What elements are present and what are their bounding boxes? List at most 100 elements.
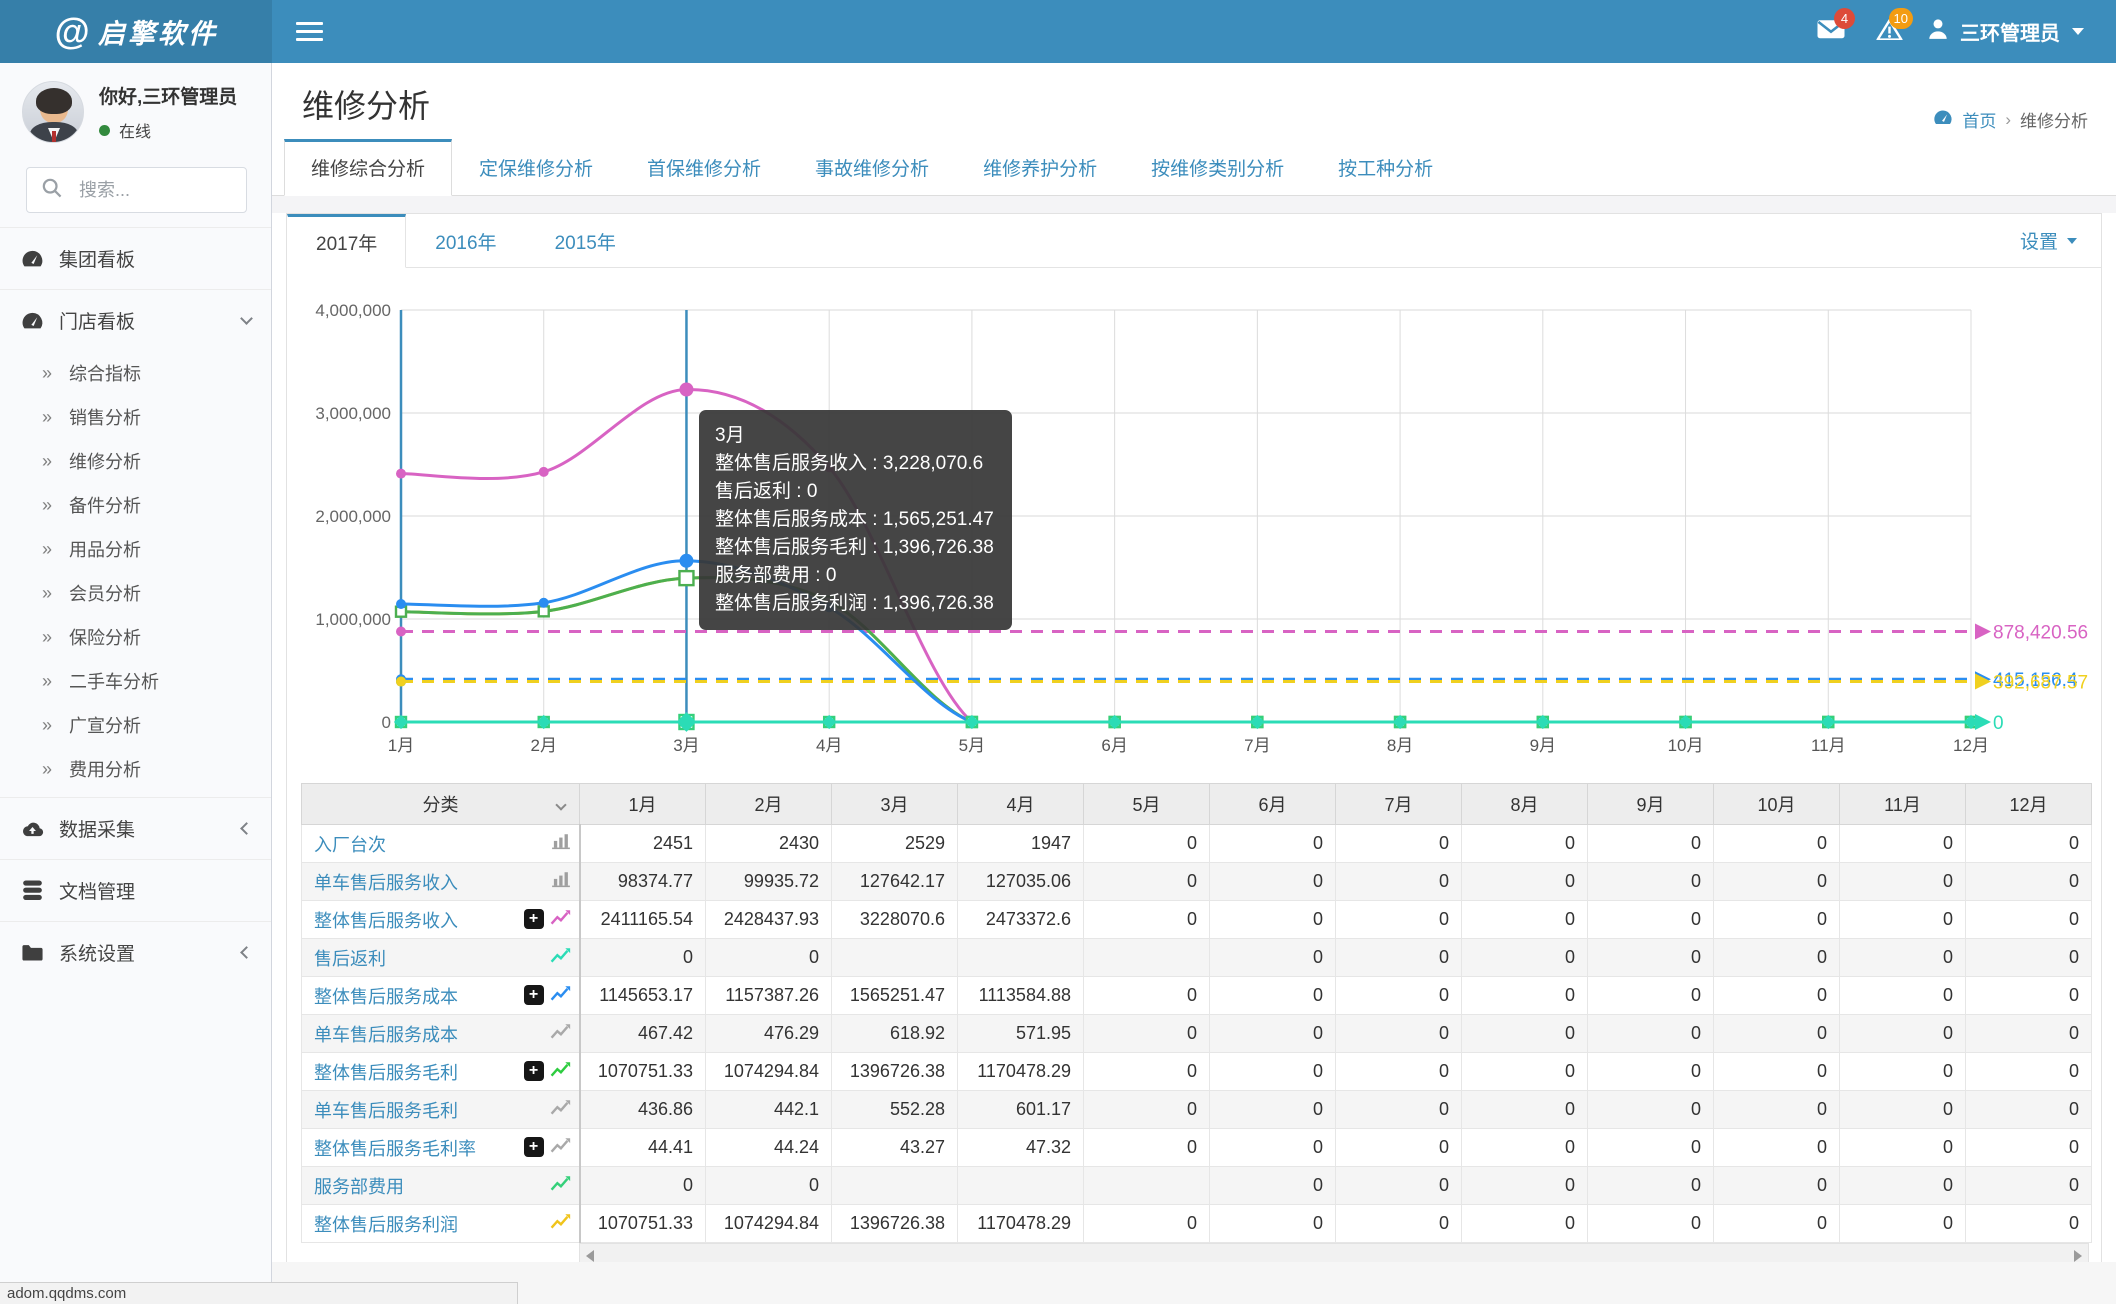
line-chart-icon[interactable] [550, 1175, 571, 1197]
table-cell: 2411165.54 [579, 900, 706, 939]
category-header-cell[interactable]: 分类 [301, 783, 580, 825]
year-tab-0[interactable]: 2017年 [287, 214, 407, 268]
row-label-link[interactable]: 整体售后服务毛利 [314, 1059, 458, 1085]
table-cell: 0 [1965, 824, 2092, 863]
expand-plus-icon[interactable]: + [523, 909, 544, 930]
svg-text:1,000,000: 1,000,000 [315, 610, 391, 629]
sidebar-subitem-label: 广宣分析 [69, 716, 142, 736]
search-input[interactable] [77, 178, 227, 202]
sidebar-subitem-7[interactable]: » 二手车分析 [0, 659, 271, 703]
scroll-right-arrow[interactable] [2074, 1249, 2082, 1262]
app-logo[interactable]: @ 启擎软件 [0, 0, 272, 63]
year-tab-2[interactable]: 2015年 [526, 214, 645, 268]
table-cell: 0 [1965, 1090, 2092, 1129]
row-label-link[interactable]: 售后返利 [314, 945, 386, 971]
line-chart-icon[interactable] [550, 1213, 571, 1235]
main-tab-1[interactable]: 定保维修分析 [452, 139, 620, 196]
table-cell: 0 [1839, 1166, 1966, 1205]
line-chart-icon[interactable] [550, 985, 571, 1007]
table-cell: 0 [1461, 1166, 1588, 1205]
table-cell: 0 [1839, 1090, 1966, 1129]
table-cell: 0 [1209, 1014, 1336, 1053]
line-chart-icon[interactable] [550, 1099, 571, 1121]
table-cell: 0 [1209, 1090, 1336, 1129]
bar-chart-icon[interactable] [551, 832, 571, 855]
table-row-3: 售后返利 000000000 [301, 938, 2092, 977]
sidebar-item-4[interactable]: 系统设置 [0, 921, 271, 983]
tooltip-entry: 整体售后服务利润 : 1,396,726.38 [715, 592, 994, 614]
sidebar-subitem-3[interactable]: » 备件分析 [0, 483, 271, 527]
table-cell: 0 [1209, 976, 1336, 1015]
row-label-link[interactable]: 单车售后服务成本 [314, 1021, 458, 1047]
sidebar-subitem-4[interactable]: » 用品分析 [0, 527, 271, 571]
main-tab-6[interactable]: 按工种分析 [1311, 139, 1460, 196]
bar-chart-icon[interactable] [551, 870, 571, 893]
sidebar-subitem-2[interactable]: » 维修分析 [0, 439, 271, 483]
table-cell: 1396726.38 [831, 1204, 958, 1243]
user-menu-label: 三环管理员 [1960, 23, 2060, 45]
main-tab-4[interactable]: 维修养护分析 [956, 139, 1124, 196]
sidebar-subitem-1[interactable]: » 销售分析 [0, 395, 271, 439]
svg-text:4月: 4月 [816, 736, 842, 755]
sidebar-item-0[interactable]: 集团看板 [0, 227, 271, 289]
sidebar-item-2[interactable]: 数据采集 [0, 797, 271, 859]
gauge-icon [1933, 108, 1953, 131]
table-cell: 2473372.6 [957, 900, 1084, 939]
user-menu[interactable]: 三环管理员 [1918, 0, 2092, 63]
expand-plus-icon[interactable]: + [523, 1061, 544, 1082]
row-label-link[interactable]: 服务部费用 [314, 1173, 404, 1199]
sidebar-subitem-0[interactable]: » 综合指标 [0, 351, 271, 395]
table-cell: 0 [1461, 938, 1588, 977]
breadcrumb-home-link[interactable]: 首页 [1962, 107, 1996, 132]
gauge-icon [20, 248, 44, 268]
row-label-link[interactable]: 整体售后服务利润 [314, 1211, 458, 1237]
table-cell: 0 [1839, 1204, 1966, 1243]
settings-dropdown[interactable]: 设置 [2020, 214, 2101, 267]
table-cell: 0 [1713, 1014, 1840, 1053]
line-chart-icon[interactable] [550, 909, 571, 931]
row-label-link[interactable]: 入厂台次 [314, 831, 386, 857]
line-chart-icon[interactable] [550, 1023, 571, 1045]
sidebar-toggle-button[interactable] [272, 0, 334, 63]
line-chart-icon[interactable] [550, 1137, 571, 1159]
sidebar-subitem-6[interactable]: » 保险分析 [0, 615, 271, 659]
table-cell: 43.27 [831, 1128, 958, 1167]
table-cell: 0 [1839, 900, 1966, 939]
line-chart-icon[interactable] [550, 1061, 571, 1083]
sidebar-item-1[interactable]: 门店看板 [0, 289, 271, 351]
line-chart[interactable]: 0 1,000,000 2,000,000 3,000,000 4,000,000 1月 2… [301, 292, 2101, 767]
sidebar-item-label: 集团看板 [59, 250, 136, 271]
row-label-link[interactable]: 整体售后服务收入 [314, 907, 458, 933]
table-cell: 0 [1587, 1014, 1714, 1053]
sidebar-item-3[interactable]: 文档管理 [0, 859, 271, 921]
angle-double-right-icon: » [42, 714, 53, 735]
sidebar-subitem-8[interactable]: » 广宣分析 [0, 703, 271, 747]
row-label-link[interactable]: 单车售后服务毛利 [314, 1097, 458, 1123]
main-tab-0[interactable]: 维修综合分析 [284, 139, 453, 196]
month-header-11: 11月 [1839, 783, 1966, 825]
line-chart-icon[interactable] [550, 947, 571, 969]
table-cell: 0 [1209, 1166, 1336, 1205]
sidebar-subitem-9[interactable]: » 费用分析 [0, 747, 271, 791]
messages-button[interactable]: 4 [1802, 0, 1860, 63]
sidebar-menu: 集团看板 门店看板» 综合指标» 销售分析» 维修分析» 备件分析» 用品分析»… [0, 227, 271, 983]
main-tab-3[interactable]: 事故维修分析 [788, 139, 956, 196]
status-bar: adom.qqdms.com [0, 1282, 518, 1304]
row-label-link[interactable]: 整体售后服务毛利率 [314, 1135, 476, 1161]
table-cell: 0 [1839, 976, 1966, 1015]
sidebar-subitem-label: 二手车分析 [69, 672, 160, 692]
table-cell: 0 [1083, 1052, 1210, 1091]
scroll-left-arrow[interactable] [586, 1249, 594, 1262]
expand-plus-icon[interactable]: + [523, 1137, 544, 1158]
main-tab-2[interactable]: 首保维修分析 [620, 139, 788, 196]
table-cell: 0 [579, 938, 706, 977]
sidebar-subitem-5[interactable]: » 会员分析 [0, 571, 271, 615]
expand-plus-icon[interactable]: + [523, 985, 544, 1006]
main-tab-5[interactable]: 按维修类别分析 [1124, 139, 1311, 196]
svg-text:2月: 2月 [530, 736, 556, 755]
table-cell: 0 [1587, 976, 1714, 1015]
alerts-button[interactable]: 10 [1860, 0, 1918, 63]
row-label-link[interactable]: 单车售后服务收入 [314, 869, 458, 895]
year-tab-1[interactable]: 2016年 [406, 214, 525, 268]
row-label-link[interactable]: 整体售后服务成本 [314, 983, 458, 1009]
